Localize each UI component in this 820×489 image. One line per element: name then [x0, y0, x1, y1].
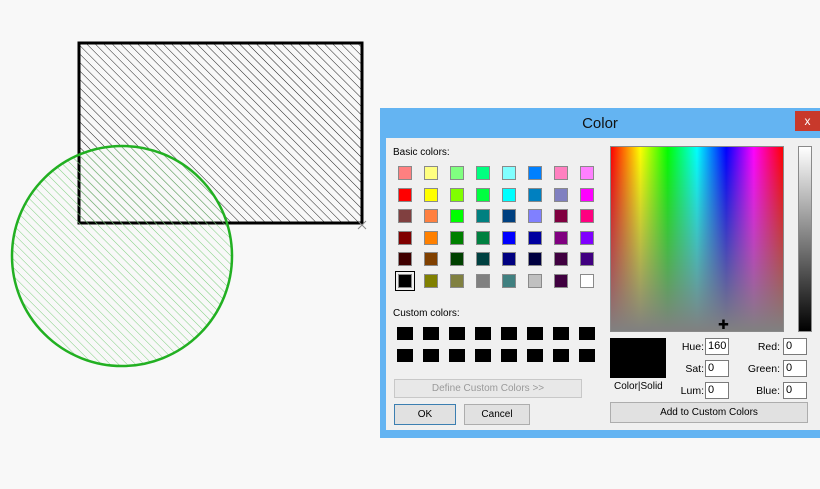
basic-color-swatch[interactable]: [554, 209, 568, 223]
basic-color-swatch[interactable]: [450, 187, 464, 202]
basic-color-swatch[interactable]: [502, 273, 516, 288]
basic-color-swatch[interactable]: [398, 252, 412, 266]
basic-color-swatch[interactable]: [580, 230, 594, 245]
basic-color-swatch[interactable]: [554, 230, 568, 245]
hue-label: Hue:: [681, 341, 704, 353]
sat-input[interactable]: 0: [705, 360, 729, 377]
basic-color-swatch[interactable]: [502, 252, 516, 266]
color-dialog: Color x Basic colors: Custom colors: Def…: [380, 108, 820, 438]
basic-color-swatch[interactable]: [502, 187, 516, 202]
custom-color-swatch[interactable]: [449, 327, 465, 340]
sat-label: Sat:: [685, 363, 704, 375]
basic-color-swatch[interactable]: [528, 166, 542, 180]
basic-color-swatch[interactable]: [424, 166, 438, 180]
basic-color-swatch[interactable]: [580, 187, 594, 202]
basic-color-swatch[interactable]: [528, 187, 542, 202]
custom-color-swatch[interactable]: [553, 327, 569, 340]
basic-color-swatch[interactable]: [528, 230, 542, 245]
basic-color-swatch[interactable]: [528, 209, 542, 223]
basic-color-swatch[interactable]: [580, 273, 594, 288]
green-label: Green:: [747, 363, 780, 375]
lum-input[interactable]: 0: [705, 382, 729, 399]
close-button[interactable]: x: [795, 111, 820, 131]
basic-colors-label: Basic colors:: [393, 147, 450, 158]
basic-color-swatch[interactable]: [450, 252, 464, 266]
title-bar[interactable]: Color x: [380, 108, 820, 138]
hatched-circle[interactable]: [10, 144, 234, 368]
hue-input[interactable]: 160: [705, 338, 729, 355]
basic-color-swatch[interactable]: [398, 187, 412, 202]
define-custom-colors-button[interactable]: Define Custom Colors >>: [394, 379, 582, 398]
red-input[interactable]: 0: [783, 338, 807, 355]
basic-color-swatch[interactable]: [398, 166, 412, 180]
custom-color-swatch[interactable]: [423, 349, 439, 362]
custom-color-swatch[interactable]: [579, 349, 595, 362]
cancel-button[interactable]: Cancel: [464, 404, 530, 425]
basic-color-swatch[interactable]: [424, 230, 438, 245]
color-solid-preview: [610, 338, 666, 378]
custom-color-swatch[interactable]: [423, 327, 439, 340]
custom-color-swatch[interactable]: [501, 349, 517, 362]
dialog-title: Color: [582, 115, 618, 132]
basic-color-swatch[interactable]: [476, 187, 490, 202]
custom-color-swatch[interactable]: [527, 349, 543, 362]
basic-color-swatch[interactable]: [502, 209, 516, 223]
basic-color-swatch[interactable]: [476, 209, 490, 223]
basic-color-swatch[interactable]: [580, 252, 594, 266]
color-solid-label: Color|Solid: [614, 381, 663, 392]
basic-color-swatch[interactable]: [476, 252, 490, 266]
blue-input[interactable]: 0: [783, 382, 807, 399]
add-to-custom-colors-button[interactable]: Add to Custom Colors: [610, 402, 808, 423]
basic-color-swatch[interactable]: [450, 230, 464, 245]
color-spectrum[interactable]: [610, 146, 784, 332]
basic-color-swatch[interactable]: [395, 270, 415, 291]
custom-color-swatch[interactable]: [579, 327, 595, 340]
basic-color-swatch[interactable]: [424, 187, 438, 202]
custom-color-swatch[interactable]: [527, 327, 543, 340]
ok-button[interactable]: OK: [394, 404, 456, 425]
custom-color-swatch[interactable]: [553, 349, 569, 362]
basic-color-swatch[interactable]: [450, 209, 464, 223]
lum-label: Lum:: [680, 385, 704, 397]
basic-color-swatch[interactable]: [554, 273, 568, 288]
custom-color-swatch[interactable]: [449, 349, 465, 362]
basic-color-swatch[interactable]: [424, 273, 438, 288]
custom-color-swatch[interactable]: [501, 327, 517, 340]
basic-color-swatch[interactable]: [398, 230, 412, 245]
basic-color-swatch[interactable]: [424, 252, 438, 266]
green-input[interactable]: 0: [783, 360, 807, 377]
basic-color-swatch[interactable]: [554, 187, 568, 202]
custom-color-swatch[interactable]: [397, 349, 413, 362]
basic-color-swatch[interactable]: [502, 230, 516, 245]
basic-color-swatch[interactable]: [476, 166, 490, 180]
custom-color-swatch[interactable]: [475, 349, 491, 362]
basic-color-swatch[interactable]: [450, 273, 464, 288]
custom-color-swatch[interactable]: [397, 327, 413, 340]
basic-color-swatch[interactable]: [580, 166, 594, 180]
basic-color-swatch[interactable]: [450, 166, 464, 180]
basic-color-swatch[interactable]: [554, 166, 568, 180]
custom-color-swatch[interactable]: [475, 327, 491, 340]
crosshair-icon: ✚: [718, 317, 729, 332]
basic-color-swatch[interactable]: [554, 252, 568, 266]
dialog-client: Basic colors: Custom colors: Define Cust…: [386, 138, 820, 430]
basic-color-swatch[interactable]: [580, 209, 594, 223]
basic-color-swatch[interactable]: [476, 273, 490, 288]
basic-color-swatch[interactable]: [528, 252, 542, 266]
blue-label: Blue:: [756, 385, 780, 397]
basic-color-swatch[interactable]: [476, 230, 490, 245]
basic-color-swatch[interactable]: [424, 209, 438, 223]
red-label: Red:: [757, 341, 780, 353]
basic-color-swatch[interactable]: [502, 166, 516, 180]
basic-color-swatch[interactable]: [528, 273, 542, 288]
basic-color-swatch[interactable]: [398, 209, 412, 223]
luminosity-slider[interactable]: [798, 146, 812, 332]
custom-colors-label: Custom colors:: [393, 308, 460, 319]
